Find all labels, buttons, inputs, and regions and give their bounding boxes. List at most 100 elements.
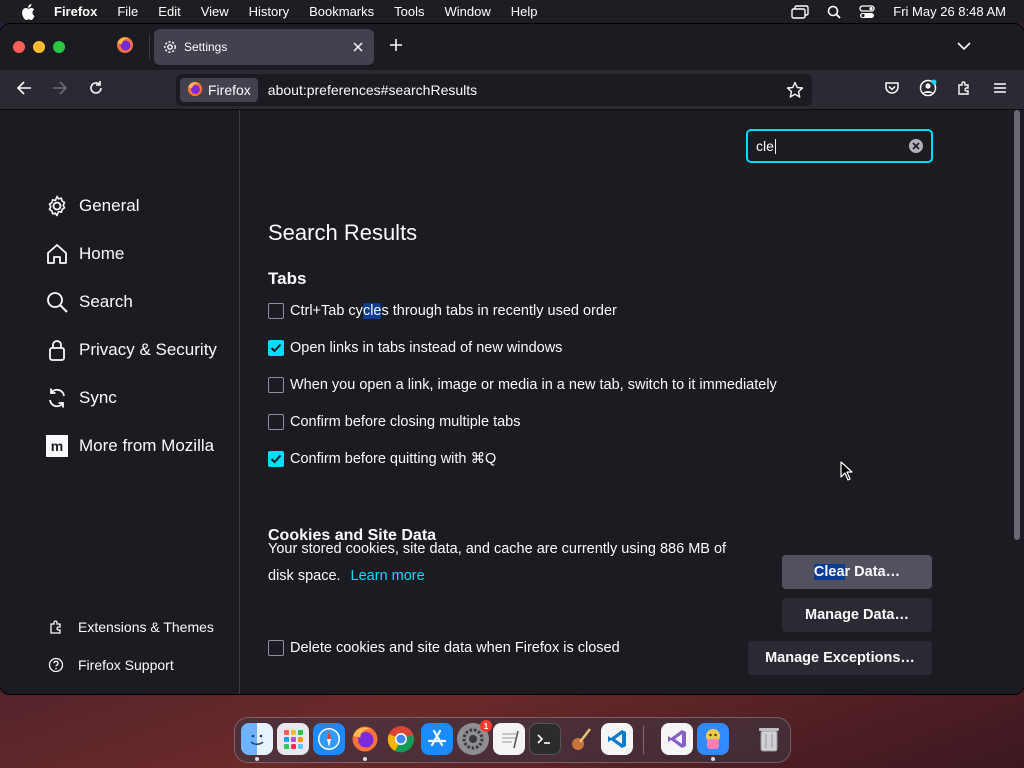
sidebar-link-label: Firefox Support [78, 657, 174, 673]
svg-text:m: m [51, 438, 63, 454]
dock-safari-icon[interactable] [313, 723, 345, 755]
extensions-button[interactable] [952, 78, 976, 102]
cookies-usage-text: Your stored cookies, site data, and cach… [268, 541, 727, 584]
navigation-toolbar: Firefox about:preferences#searchResults [0, 70, 1024, 110]
learn-more-link[interactable]: Learn more [351, 568, 425, 584]
sidebar-item-sync[interactable]: Sync [44, 382, 117, 414]
dock-chrome-icon[interactable] [385, 723, 417, 755]
menu-window[interactable]: Window [445, 4, 491, 19]
new-tab-button[interactable] [386, 37, 406, 57]
sidebar-item-home[interactable]: Home [44, 238, 124, 270]
dock-running-indicator [363, 757, 367, 761]
option-confirm-quitting[interactable]: Confirm before quitting with ⌘Q [268, 449, 496, 469]
dock-system-settings-icon[interactable]: 1 [457, 720, 492, 755]
sidebar-link-label: Extensions & Themes [78, 619, 214, 635]
sidebar-item-label: Privacy & Security [79, 340, 217, 359]
checkbox[interactable] [268, 303, 284, 319]
notification-badge: 1 [480, 720, 492, 732]
control-center-icon[interactable] [859, 4, 875, 19]
reload-button[interactable] [84, 78, 108, 102]
pinned-tab-firefox[interactable] [110, 32, 140, 62]
account-icon [919, 79, 937, 102]
dock-terminal-icon[interactable] [529, 723, 561, 755]
checkbox[interactable] [268, 640, 284, 656]
forward-button[interactable] [48, 78, 72, 102]
url-text[interactable]: about:preferences#searchResults [268, 82, 477, 98]
sidebar-link-extensions-themes[interactable]: Extensions & Themes [46, 616, 214, 638]
dock-instruments-icon[interactable] [565, 723, 597, 755]
home-icon [44, 241, 70, 267]
option-ctrl-tab-cycles[interactable]: Ctrl+Tab cycles through tabs in recently… [268, 301, 617, 321]
option-open-links-in-tabs[interactable]: Open links in tabs instead of new window… [268, 338, 562, 358]
pocket-button[interactable] [880, 78, 904, 102]
app-menu-button[interactable] [988, 78, 1012, 102]
dock-finder-icon[interactable] [241, 723, 273, 755]
dock-character-app-icon[interactable] [697, 723, 729, 755]
sidebar-item-label: General [79, 196, 140, 215]
sidebar-item-more-from-mozilla[interactable]: m More from Mozilla [44, 430, 214, 462]
option-confirm-closing-tabs[interactable]: Confirm before closing multiple tabs [268, 412, 521, 432]
clear-search-icon[interactable] [909, 139, 923, 153]
dock-visual-studio-icon[interactable] [661, 723, 693, 755]
sidebar-item-label: Sync [79, 388, 117, 407]
mozilla-icon: m [44, 433, 70, 459]
gear-icon [44, 193, 70, 219]
checkbox[interactable] [268, 414, 284, 430]
option-label: When you open a link, image or media in … [290, 377, 777, 393]
back-button[interactable] [12, 78, 36, 102]
zoom-window-button[interactable] [53, 41, 65, 53]
spotlight-search-icon[interactable] [827, 5, 841, 19]
menu-history[interactable]: History [249, 4, 289, 19]
dock-app-store-icon[interactable] [421, 723, 453, 755]
hamburger-menu-icon [993, 81, 1007, 99]
list-all-tabs-button[interactable] [954, 37, 974, 57]
menu-file[interactable]: File [117, 4, 138, 19]
sidebar-item-label: More from Mozilla [79, 436, 215, 455]
sidebar-item-label: Home [79, 244, 125, 263]
option-switch-to-new-tab[interactable]: When you open a link, image or media in … [268, 375, 777, 395]
menubar-clock[interactable]: Fri May 26 8:48 AM [893, 4, 1006, 19]
manage-data-button[interactable]: Manage Data… [782, 598, 932, 632]
url-bar[interactable]: Firefox about:preferences#searchResults [176, 74, 812, 106]
settings-search-input[interactable]: cle [746, 129, 933, 163]
checkbox[interactable] [268, 377, 284, 393]
firefox-logo-icon [187, 81, 203, 100]
tab-separator [149, 34, 150, 60]
dock-vscode-icon[interactable] [601, 723, 633, 755]
menu-app-name[interactable]: Firefox [54, 4, 97, 19]
dock-textedit-icon[interactable] [493, 723, 525, 755]
vertical-scrollbar[interactable] [1014, 110, 1020, 540]
search-icon [44, 289, 70, 315]
dock-firefox-icon[interactable] [349, 723, 381, 755]
option-delete-cookies-on-close[interactable]: Delete cookies and site data when Firefo… [268, 638, 620, 658]
menu-edit[interactable]: Edit [158, 4, 180, 19]
identity-box[interactable]: Firefox [180, 78, 258, 102]
sidebar-item-search[interactable]: Search [44, 286, 133, 318]
minimize-window-button[interactable] [33, 41, 45, 53]
menu-help[interactable]: Help [511, 4, 538, 19]
close-window-button[interactable] [13, 41, 25, 53]
menu-tools[interactable]: Tools [394, 4, 424, 19]
option-label: Delete cookies and site data when Firefo… [290, 640, 620, 656]
search-match-highlight: Clea [813, 564, 845, 580]
menu-bookmarks[interactable]: Bookmarks [309, 4, 374, 19]
close-tab-icon[interactable] [350, 39, 366, 55]
sidebar-item-general[interactable]: General [44, 190, 139, 222]
sidebar-item-privacy-security[interactable]: Privacy & Security [44, 334, 217, 366]
dock-trash-icon[interactable] [753, 723, 785, 755]
bookmark-star-icon[interactable] [784, 79, 806, 101]
account-button[interactable] [916, 78, 940, 102]
apple-menu-icon[interactable] [20, 3, 36, 20]
firefox-window: Settings Firefox about:preferences#searc… [0, 24, 1024, 694]
category-sidebar: General Home Search Privacy & Security S… [0, 110, 240, 694]
checkbox-checked[interactable] [268, 340, 284, 356]
manage-exceptions-button[interactable]: Manage Exceptions… [748, 641, 932, 675]
dock-launchpad-icon[interactable] [277, 723, 309, 755]
sidebar-link-firefox-support[interactable]: Firefox Support [46, 654, 174, 676]
clear-data-button[interactable]: Clea r Data… [782, 555, 932, 589]
screen-mirroring-icon[interactable] [791, 4, 809, 19]
tab-settings[interactable]: Settings [154, 29, 374, 65]
sync-icon [44, 385, 70, 411]
menu-view[interactable]: View [201, 4, 229, 19]
checkbox-checked[interactable] [268, 451, 284, 467]
